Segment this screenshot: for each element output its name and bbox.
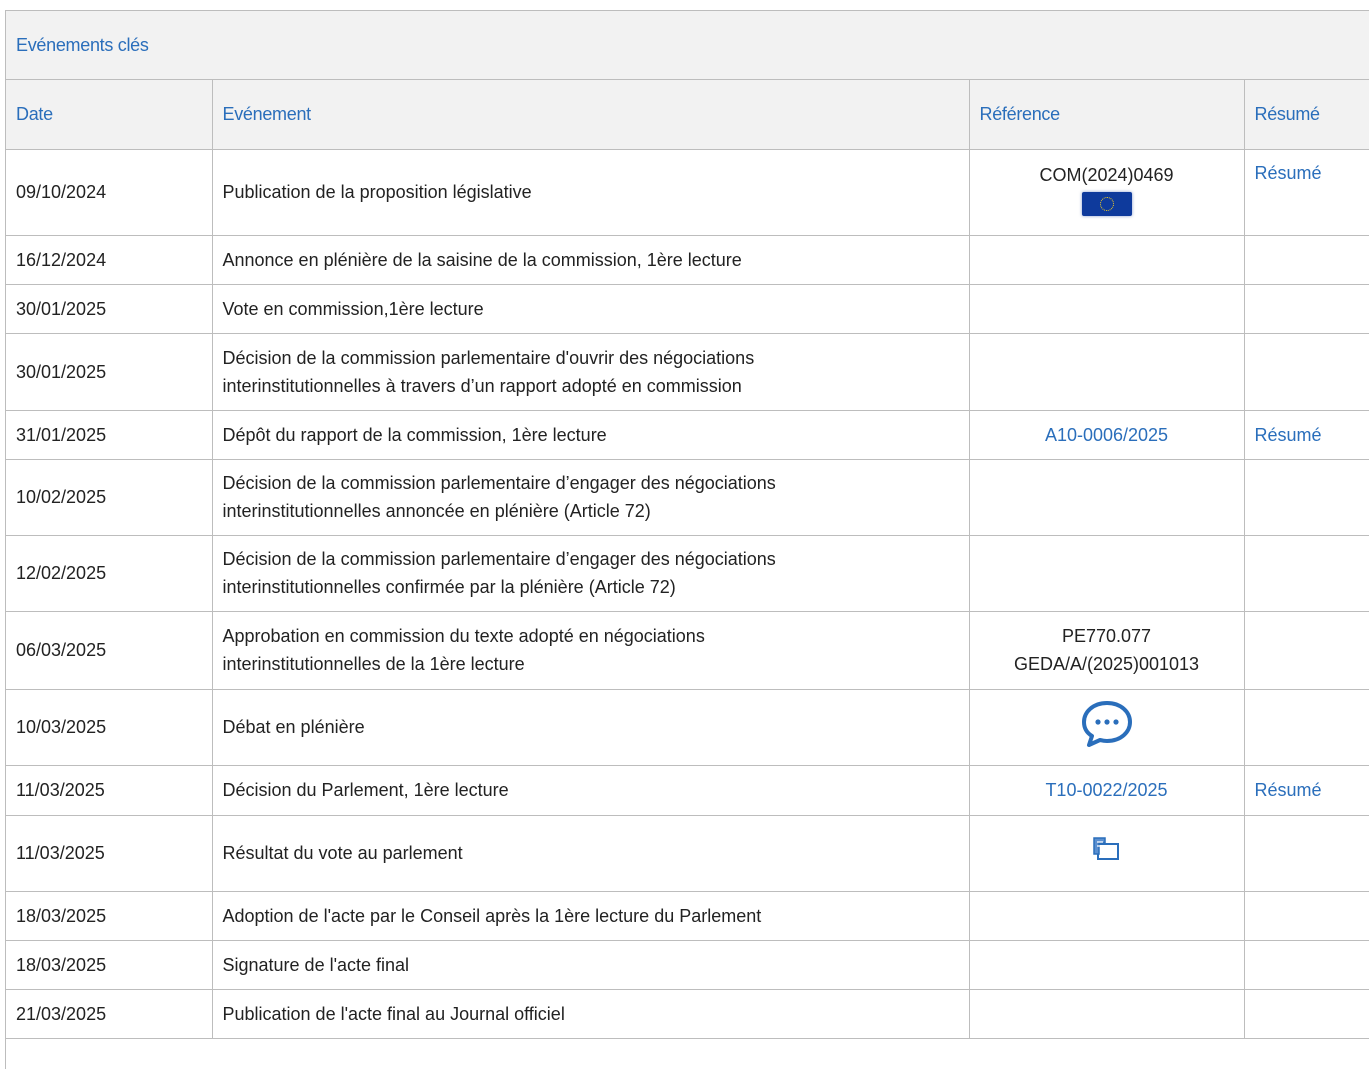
row-date: 09/10/2024 — [6, 149, 213, 236]
event-line: Décision de la commission parlementaire … — [222, 473, 776, 493]
row-event: Décision de la commission parlementaire … — [212, 333, 970, 411]
row-reference — [969, 689, 1245, 766]
row-reference: COM(2024)0469 — [969, 149, 1245, 236]
row-reference — [969, 940, 1245, 990]
event-line: interinstitutionnelles à travers d’un ra… — [222, 375, 742, 396]
row-date: 18/03/2025 — [6, 940, 213, 990]
row-reference: T10-0022/2025 — [969, 765, 1245, 816]
summary-link[interactable]: Résumé — [1255, 163, 1322, 183]
row-summary — [1244, 611, 1369, 690]
table-row: 31/01/2025 Dépôt du rapport de la commis… — [6, 410, 1369, 460]
column-header-date[interactable]: Date — [6, 80, 213, 150]
event-line: interinstitutionnelles de la 1ère lectur… — [222, 654, 525, 674]
event-line: interinstitutionnelles confirmée par la … — [222, 577, 676, 597]
row-reference: PE770.077 GEDA/A/(2025)001013 — [969, 611, 1245, 690]
table-row: 18/03/2025 Adoption de l'acte par le Con… — [6, 891, 1369, 941]
table-row: 10/02/2025 Décision de la commission par… — [6, 459, 1369, 536]
row-event: Adoption de l'acte par le Conseil après … — [212, 891, 970, 941]
row-date: 12/02/2025 — [6, 535, 213, 612]
row-reference — [969, 535, 1245, 612]
table-row: 12/02/2025 Décision de la commission par… — [6, 535, 1369, 612]
row-summary — [1244, 284, 1369, 334]
key-events-table: Date Evénement Référence Résumé 09/10/20… — [6, 80, 1369, 1039]
row-date: 18/03/2025 — [6, 891, 213, 941]
row-date: 11/03/2025 — [6, 765, 213, 816]
row-summary — [1244, 815, 1369, 892]
row-event: Décision du Parlement, 1ère lecture — [212, 765, 970, 816]
row-reference — [969, 891, 1245, 941]
row-reference — [969, 235, 1245, 285]
row-event: Débat en plénière — [212, 689, 970, 766]
row-event: Publication de la proposition législativ… — [212, 149, 970, 236]
table-row: 10/03/2025 Débat en plénière — [6, 689, 1369, 766]
event-line: Décision de la commission parlementaire … — [222, 347, 755, 368]
row-reference — [969, 815, 1245, 892]
summary-link[interactable]: Résumé — [1255, 425, 1322, 445]
row-reference — [969, 989, 1245, 1039]
row-summary: Résumé — [1244, 765, 1369, 816]
reference-text: GEDA/A/(2025)001013 — [1013, 654, 1200, 674]
row-summary — [1244, 333, 1369, 411]
row-summary — [1244, 689, 1369, 766]
row-summary — [1244, 535, 1369, 612]
table-header-row: Date Evénement Référence Résumé — [6, 80, 1369, 150]
row-event: Dépôt du rapport de la commission, 1ère … — [212, 410, 970, 460]
speech-bubble-icon[interactable] — [1079, 697, 1135, 757]
table-row: 30/01/2025 Vote en commission,1ère lectu… — [6, 284, 1369, 334]
reference-link[interactable]: T10-0022/2025 — [1045, 780, 1167, 800]
eu-flag-icon[interactable] — [1081, 191, 1132, 216]
row-date: 16/12/2024 — [6, 235, 213, 285]
row-date: 30/01/2025 — [6, 333, 213, 411]
key-events-panel: Evénements clés Date Evénement Référence… — [5, 10, 1369, 1069]
table-row: 11/03/2025 Résultat du vote au parlement — [6, 815, 1369, 892]
table-row: 21/03/2025 Publication de l'acte final a… — [6, 989, 1369, 1039]
row-reference — [969, 333, 1245, 411]
row-date: 30/01/2025 — [6, 284, 213, 334]
row-reference — [969, 459, 1245, 536]
event-line: Décision de la commission parlementaire … — [222, 549, 776, 569]
table-row: 18/03/2025 Signature de l'acte final — [6, 940, 1369, 990]
row-summary — [1244, 235, 1369, 285]
table-row: 11/03/2025 Décision du Parlement, 1ère l… — [6, 765, 1369, 816]
reference-text: PE770.077 — [1061, 626, 1152, 646]
row-event: Décision de la commission parlementaire … — [212, 459, 970, 536]
event-line: Approbation en commission du texte adopt… — [222, 626, 705, 646]
row-event: Résultat du vote au parlement — [212, 815, 970, 892]
row-reference: A10-0006/2025 — [969, 410, 1245, 460]
reference-text: COM(2024)0469 — [1039, 164, 1174, 185]
column-header-summary[interactable]: Résumé — [1244, 80, 1369, 150]
vote-result-icon[interactable] — [1091, 835, 1123, 871]
column-header-reference[interactable]: Référence — [969, 80, 1245, 150]
row-date: 06/03/2025 — [6, 611, 213, 690]
row-summary — [1244, 459, 1369, 536]
row-date: 10/02/2025 — [6, 459, 213, 536]
table-row: 16/12/2024 Annonce en plénière de la sai… — [6, 235, 1369, 285]
row-summary: Résumé — [1244, 149, 1369, 236]
row-event: Vote en commission,1ère lecture — [212, 284, 970, 334]
row-event: Signature de l'acte final — [212, 940, 970, 990]
summary-link[interactable]: Résumé — [1255, 780, 1322, 800]
event-line: interinstitutionnelles annoncée en pléni… — [222, 501, 651, 521]
row-event: Annonce en plénière de la saisine de la … — [212, 235, 970, 285]
row-summary — [1244, 940, 1369, 990]
table-row: 06/03/2025 Approbation en commission du … — [6, 611, 1369, 690]
row-date: 11/03/2025 — [6, 815, 213, 892]
row-summary — [1244, 891, 1369, 941]
row-summary — [1244, 989, 1369, 1039]
column-header-event[interactable]: Evénement — [212, 80, 970, 150]
reference-link[interactable]: A10-0006/2025 — [1045, 425, 1168, 445]
row-date: 31/01/2025 — [6, 410, 213, 460]
row-reference — [969, 284, 1245, 334]
row-date: 21/03/2025 — [6, 989, 213, 1039]
panel-header: Evénements clés — [6, 11, 1369, 80]
row-event: Approbation en commission du texte adopt… — [212, 611, 970, 690]
row-date: 10/03/2025 — [6, 689, 213, 766]
row-event: Décision de la commission parlementaire … — [212, 535, 970, 612]
row-event: Publication de l'acte final au Journal o… — [212, 989, 970, 1039]
panel-title: Evénements clés — [16, 34, 149, 55]
table-row: 30/01/2025 Décision de la commission par… — [6, 333, 1369, 411]
row-summary: Résumé — [1244, 410, 1369, 460]
table-row: 09/10/2024 Publication de la proposition… — [6, 149, 1369, 236]
